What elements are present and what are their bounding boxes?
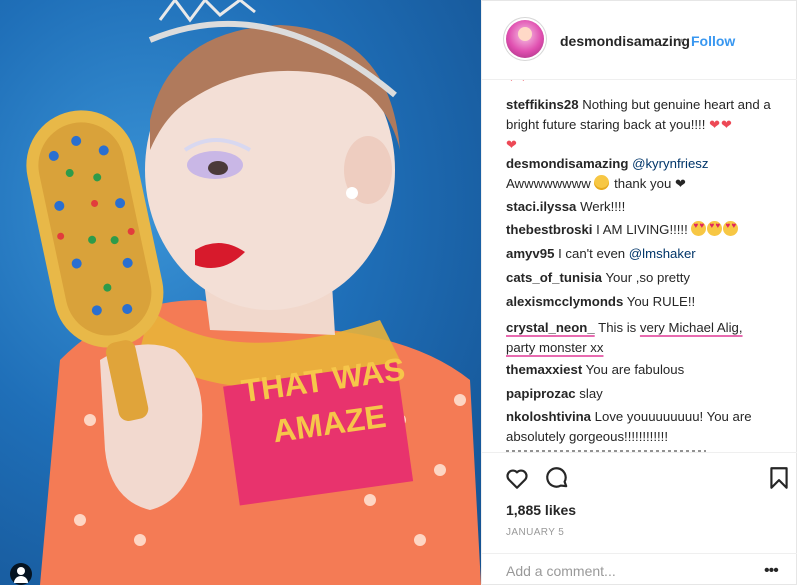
- heart-eyes-emoji-icon: [707, 221, 723, 236]
- comment-highlight: very Michael Alig,: [639, 320, 743, 335]
- comment-text: Awwwwwwww: [506, 176, 591, 191]
- list-item: desmondisamazing @kyrynfriesz Awwwwwwww …: [506, 154, 784, 194]
- smile-emoji-icon: [594, 175, 610, 190]
- list-item: steffikins28 Nothing but genuine heart a…: [506, 95, 784, 155]
- heart-eyes-emoji-icon: [691, 221, 707, 236]
- comment-text: Werk!!!!: [580, 199, 626, 214]
- comment-username[interactable]: staci.ilyssa: [506, 199, 576, 214]
- comment-username[interactable]: desmondisamazing: [506, 156, 628, 171]
- post-actions: 1,885 likes JANUARY 5 •••: [482, 452, 797, 585]
- comment-text: Your ,so pretty: [605, 270, 690, 285]
- list-item: papiprozac slay: [506, 384, 784, 404]
- comment-text: This is: [598, 320, 637, 335]
- heart-outline-icon[interactable]: [504, 465, 530, 491]
- comment-list[interactable]: ❤❤ steffikins28 Nothing but genuine hear…: [482, 80, 797, 452]
- post-sidebar: desmondisamazing • Follow ❤❤ steffikins2…: [481, 0, 797, 585]
- comment-username[interactable]: crystal_neon_: [506, 320, 595, 335]
- heart-emoji-icon: ❤❤: [506, 80, 530, 85]
- comment-username[interactable]: amyv95: [506, 246, 554, 261]
- post-photo[interactable]: THAT WAS AMAZE: [0, 0, 481, 585]
- list-item: alexismcclymonds You RULE!!: [506, 292, 784, 312]
- avatar[interactable]: [506, 20, 544, 58]
- list-item: cats_of_tunisia Your ,so pretty: [506, 268, 784, 288]
- comment-text: You RULE!!: [626, 294, 696, 309]
- user-tag-icon[interactable]: [10, 563, 32, 585]
- bookmark-icon[interactable]: [766, 465, 792, 491]
- list-item: staci.ilyssa Werk!!!!: [506, 197, 784, 217]
- add-comment-input[interactable]: [504, 560, 748, 582]
- list-item: amyv95 I can't even @lmshaker: [506, 244, 784, 264]
- comment-text: slay: [579, 386, 603, 401]
- comment-bubble-icon[interactable]: [544, 465, 570, 491]
- comment-text-2: thank you ❤: [614, 176, 686, 191]
- comment-username[interactable]: themaxxiest: [506, 362, 582, 377]
- heart-eyes-emoji-icon: [723, 221, 739, 236]
- list-item: themaxxiest You are fabulous: [506, 360, 784, 380]
- comment-text: I AM LIVING!!!!!: [596, 222, 688, 237]
- comment-username[interactable]: thebestbroski: [506, 222, 592, 237]
- post-username[interactable]: desmondisamazing: [560, 33, 690, 49]
- comment-username[interactable]: papiprozac: [506, 386, 576, 401]
- comment-username[interactable]: alexismcclymonds: [506, 294, 623, 309]
- follow-button[interactable]: Follow: [691, 33, 735, 49]
- comment-mention[interactable]: @lmshaker: [629, 246, 696, 261]
- comment-text: I can't even: [558, 246, 626, 261]
- comment-username[interactable]: nkoloshtivina: [506, 409, 591, 424]
- list-item: nkoloshtivina Love youuuuuuuu! You are a…: [506, 407, 784, 447]
- add-comment-bar: •••: [482, 553, 797, 586]
- comment-highlight-2: party monster xx: [506, 340, 604, 355]
- comment-text: You are fabulous: [585, 362, 685, 377]
- partial-hearts: ❤❤: [506, 80, 784, 88]
- post-header: desmondisamazing • Follow: [482, 0, 797, 80]
- list-item: thebestbroski I AM LIVING!!!!!: [506, 220, 784, 240]
- post-date[interactable]: JANUARY 5: [506, 527, 564, 538]
- comment-username[interactable]: steffikins28: [506, 97, 579, 112]
- separator-dot: •: [679, 32, 684, 48]
- list-item: crystal_neon_ This is very Michael Alig,…: [506, 318, 784, 358]
- ellipsis-icon[interactable]: •••: [764, 562, 779, 580]
- comment-mention[interactable]: @kyrynfriesz: [632, 156, 708, 171]
- comment-username[interactable]: cats_of_tunisia: [506, 270, 602, 285]
- photo-illustration: [26, 0, 481, 585]
- like-count[interactable]: 1,885 likes: [506, 502, 576, 518]
